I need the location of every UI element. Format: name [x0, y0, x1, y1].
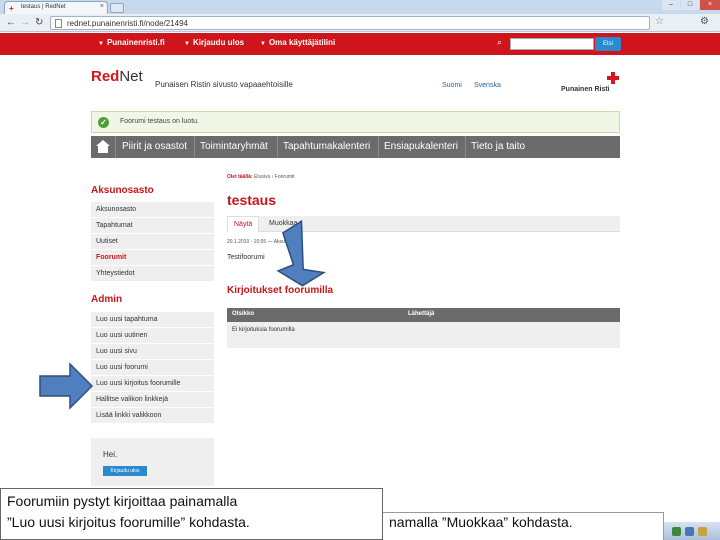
- nav-item-tieto-ja-taito[interactable]: Tieto ja taito: [471, 141, 525, 152]
- close-tab-icon[interactable]: ×: [100, 3, 104, 10]
- tray-notification-icon[interactable]: [698, 527, 707, 536]
- home-icon[interactable]: [96, 140, 110, 153]
- tray-volume-icon[interactable]: [685, 527, 694, 536]
- column-header-sender[interactable]: Lähettäjä: [408, 311, 434, 317]
- browser-tab[interactable]: + testaus | RedNet ×: [4, 1, 108, 14]
- annotation-text-edit: namalla ”Muokkaa” kohdasta.: [389, 514, 573, 530]
- main-navigation: Piirit ja osastot Toimintaryhmät Tapahtu…: [91, 136, 620, 158]
- sidebar-item-yhteystiedot[interactable]: Yhteystiedot: [91, 266, 214, 282]
- language-link-svenska[interactable]: Svenska: [474, 82, 501, 89]
- maximize-window-button[interactable]: □: [681, 0, 699, 10]
- search-button[interactable]: Etsi: [595, 37, 621, 51]
- user-box: Hei. Kirjaudu ulos: [91, 438, 214, 486]
- table-row: Ei kirjoituksia foorumilla: [227, 322, 620, 348]
- sidebar-item-foorumit[interactable]: Foorumit: [91, 250, 214, 266]
- annotation-arrow-right: [39, 362, 94, 410]
- admin-item-manage-menu-links[interactable]: Hallitse valikon linkkejä: [91, 392, 214, 408]
- sitebar-link-logout[interactable]: ▼ Kirjaudu ulos: [184, 38, 244, 47]
- breadcrumb-label: Olet täällä:: [227, 174, 253, 180]
- address-bar[interactable]: rednet.punainenristi.fi/node/21494: [50, 16, 650, 30]
- address-url: rednet.punainenristi.fi/node/21494: [67, 19, 188, 28]
- admin-item-new-event[interactable]: Luo uusi tapahtuma: [91, 312, 214, 328]
- post-meta: 20.1.2010 - 10:55 — Aksunosasto: [227, 239, 303, 245]
- nav-divider: [115, 136, 116, 158]
- sidebar-section-title-aksunosasto: Aksunosasto: [91, 185, 154, 196]
- annotation-box-new-post: Foorumiin pystyt kirjoittaa painamalla ”…: [0, 488, 383, 540]
- forum-posts-title: Kirjoitukset foorumilla: [227, 285, 334, 296]
- content-tabs: Näytä Muokkaa: [227, 216, 620, 232]
- sidebar-item-aksunosasto[interactable]: Aksunosasto: [91, 202, 214, 218]
- nav-divider: [378, 136, 379, 158]
- minimize-window-button[interactable]: –: [662, 0, 680, 10]
- nav-item-tapahtumakalenteri[interactable]: Tapahtumakalenteri: [283, 141, 370, 152]
- rednet-logo[interactable]: RedNet: [91, 68, 143, 85]
- forum-posts-table-header: Otsikko Lähettäjä: [227, 308, 620, 322]
- search-input[interactable]: [510, 38, 594, 50]
- status-message-box: ✓ Foorumi testaus on luotu.: [91, 111, 620, 133]
- tab-edit[interactable]: Muokkaa: [263, 216, 303, 232]
- admin-item-new-news[interactable]: Luo uusi uutinen: [91, 328, 214, 344]
- breadcrumb-path[interactable]: Etusivu › Foorumit: [254, 174, 295, 180]
- nav-divider: [465, 136, 466, 158]
- reload-icon[interactable]: ↻: [35, 17, 43, 29]
- language-link-suomi[interactable]: Suomi: [442, 82, 462, 89]
- page-title: testaus: [227, 192, 277, 208]
- nav-item-piirit[interactable]: Piirit ja osastot: [122, 141, 187, 152]
- logout-button[interactable]: Kirjaudu ulos: [103, 466, 147, 476]
- nav-item-toimintaryhmat[interactable]: Toimintaryhmät: [200, 141, 268, 152]
- wrench-icon[interactable]: ⚙: [700, 16, 709, 28]
- nav-item-ensiapukalenteri[interactable]: Ensiapukalenteri: [384, 141, 458, 152]
- nav-divider: [277, 136, 278, 158]
- site-tagline: Punaisen Ristin sivusto vapaaehtoisille: [155, 80, 293, 89]
- user-greeting: Hei.: [103, 450, 118, 459]
- admin-item-new-page[interactable]: Luo uusi sivu: [91, 344, 214, 360]
- new-tab-button[interactable]: [110, 3, 124, 13]
- tray-network-icon[interactable]: [672, 527, 681, 536]
- breadcrumb: Olet täällä: Etusivu › Foorumit: [227, 174, 295, 180]
- nav-divider: [194, 136, 195, 158]
- browser-tab-bar: + testaus | RedNet × – □ ×: [0, 0, 720, 14]
- sidebar-item-uutiset[interactable]: Uutiset: [91, 234, 214, 250]
- site-top-bar: ▼ Punainenristi.fi ▼ Kirjaudu ulos ▼ Oma kä…: [0, 33, 720, 55]
- close-window-button[interactable]: ×: [700, 0, 720, 10]
- search-icon: ⌕: [497, 37, 503, 47]
- back-arrow-icon[interactable]: ←: [6, 17, 16, 29]
- browser-tab-title: testaus | RedNet: [21, 4, 66, 10]
- checkmark-icon: ✓: [98, 117, 109, 128]
- sitebar-link-account[interactable]: ▼ Oma käyttäjätilini: [260, 38, 335, 47]
- admin-item-new-forum[interactable]: Luo uusi foorumi: [91, 360, 214, 376]
- forward-arrow-icon[interactable]: →: [20, 17, 30, 29]
- forum-description: Testifoorumi: [227, 254, 265, 261]
- sidebar-item-tapahtumat[interactable]: Tapahtumat: [91, 218, 214, 234]
- admin-item-add-menu-link[interactable]: Lisää linkki valikkoon: [91, 408, 214, 424]
- tab-view[interactable]: Näytä: [227, 216, 260, 232]
- red-cross-icon: [607, 72, 619, 84]
- status-message: Foorumi testaus on luotu.: [120, 118, 199, 125]
- sidebar-section-title-admin: Admin: [91, 294, 123, 305]
- bookmark-star-icon[interactable]: ☆: [655, 16, 664, 28]
- brand-name: Punainen Risti: [561, 86, 610, 93]
- annotation-line-1: Foorumiin pystyt kirjoittaa painamalla: [7, 493, 238, 509]
- empty-table-message: Ei kirjoituksia foorumilla: [232, 327, 295, 333]
- annotation-line-2: ”Luo uusi kirjoitus foorumille” kohdasta…: [7, 514, 250, 530]
- page-icon: [55, 19, 62, 28]
- admin-item-new-forum-post[interactable]: Luo uusi kirjoitus foorumille: [91, 376, 214, 392]
- red-cross-favicon-icon: +: [9, 4, 14, 13]
- sitebar-link-punainenristi[interactable]: ▼ Punainenristi.fi: [98, 38, 165, 47]
- column-header-title[interactable]: Otsikko: [232, 311, 254, 317]
- browser-toolbar: ← → ↻ rednet.punainenristi.fi/node/21494…: [0, 14, 720, 32]
